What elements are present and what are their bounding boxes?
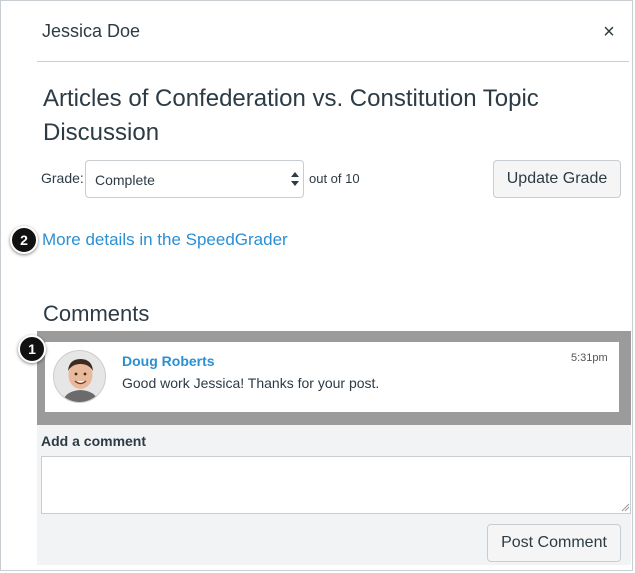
comment-text: Good work Jessica! Thanks for your post. (122, 375, 380, 391)
resize-grip-icon[interactable] (621, 503, 630, 512)
comment-textarea[interactable] (41, 456, 631, 514)
add-comment-label: Add a comment (41, 433, 147, 449)
post-comment-button[interactable]: Post Comment (487, 524, 621, 562)
avatar[interactable] (53, 350, 106, 403)
close-button[interactable]: × (599, 21, 619, 43)
user-avatar-icon (54, 351, 105, 402)
comment-author[interactable]: Doug Roberts (122, 353, 215, 369)
comment-time: 5:31pm (571, 352, 608, 364)
assignment-title: Articles of Confederation vs. Constituti… (43, 85, 539, 146)
grade-dialog: Jessica Doe × Articles of Confederation … (0, 0, 633, 571)
grade-label: Grade: (41, 170, 84, 186)
grade-out-of: out of 10 (309, 171, 360, 186)
grade-select[interactable]: Complete (85, 160, 304, 198)
comment-item: Doug Roberts 5:31pm Good work Jessica! T… (45, 342, 619, 412)
callout-badge: 2 (10, 226, 38, 254)
comments-heading: Comments (43, 301, 150, 326)
header-divider (37, 61, 629, 62)
select-arrows-icon (291, 172, 299, 186)
grade-selected-value: Complete (95, 172, 155, 188)
student-name: Jessica Doe (42, 21, 141, 41)
update-grade-button[interactable]: Update Grade (493, 160, 621, 198)
speedgrader-link[interactable]: More details in the SpeedGrader (42, 230, 288, 250)
callout-badge: 1 (18, 335, 46, 363)
